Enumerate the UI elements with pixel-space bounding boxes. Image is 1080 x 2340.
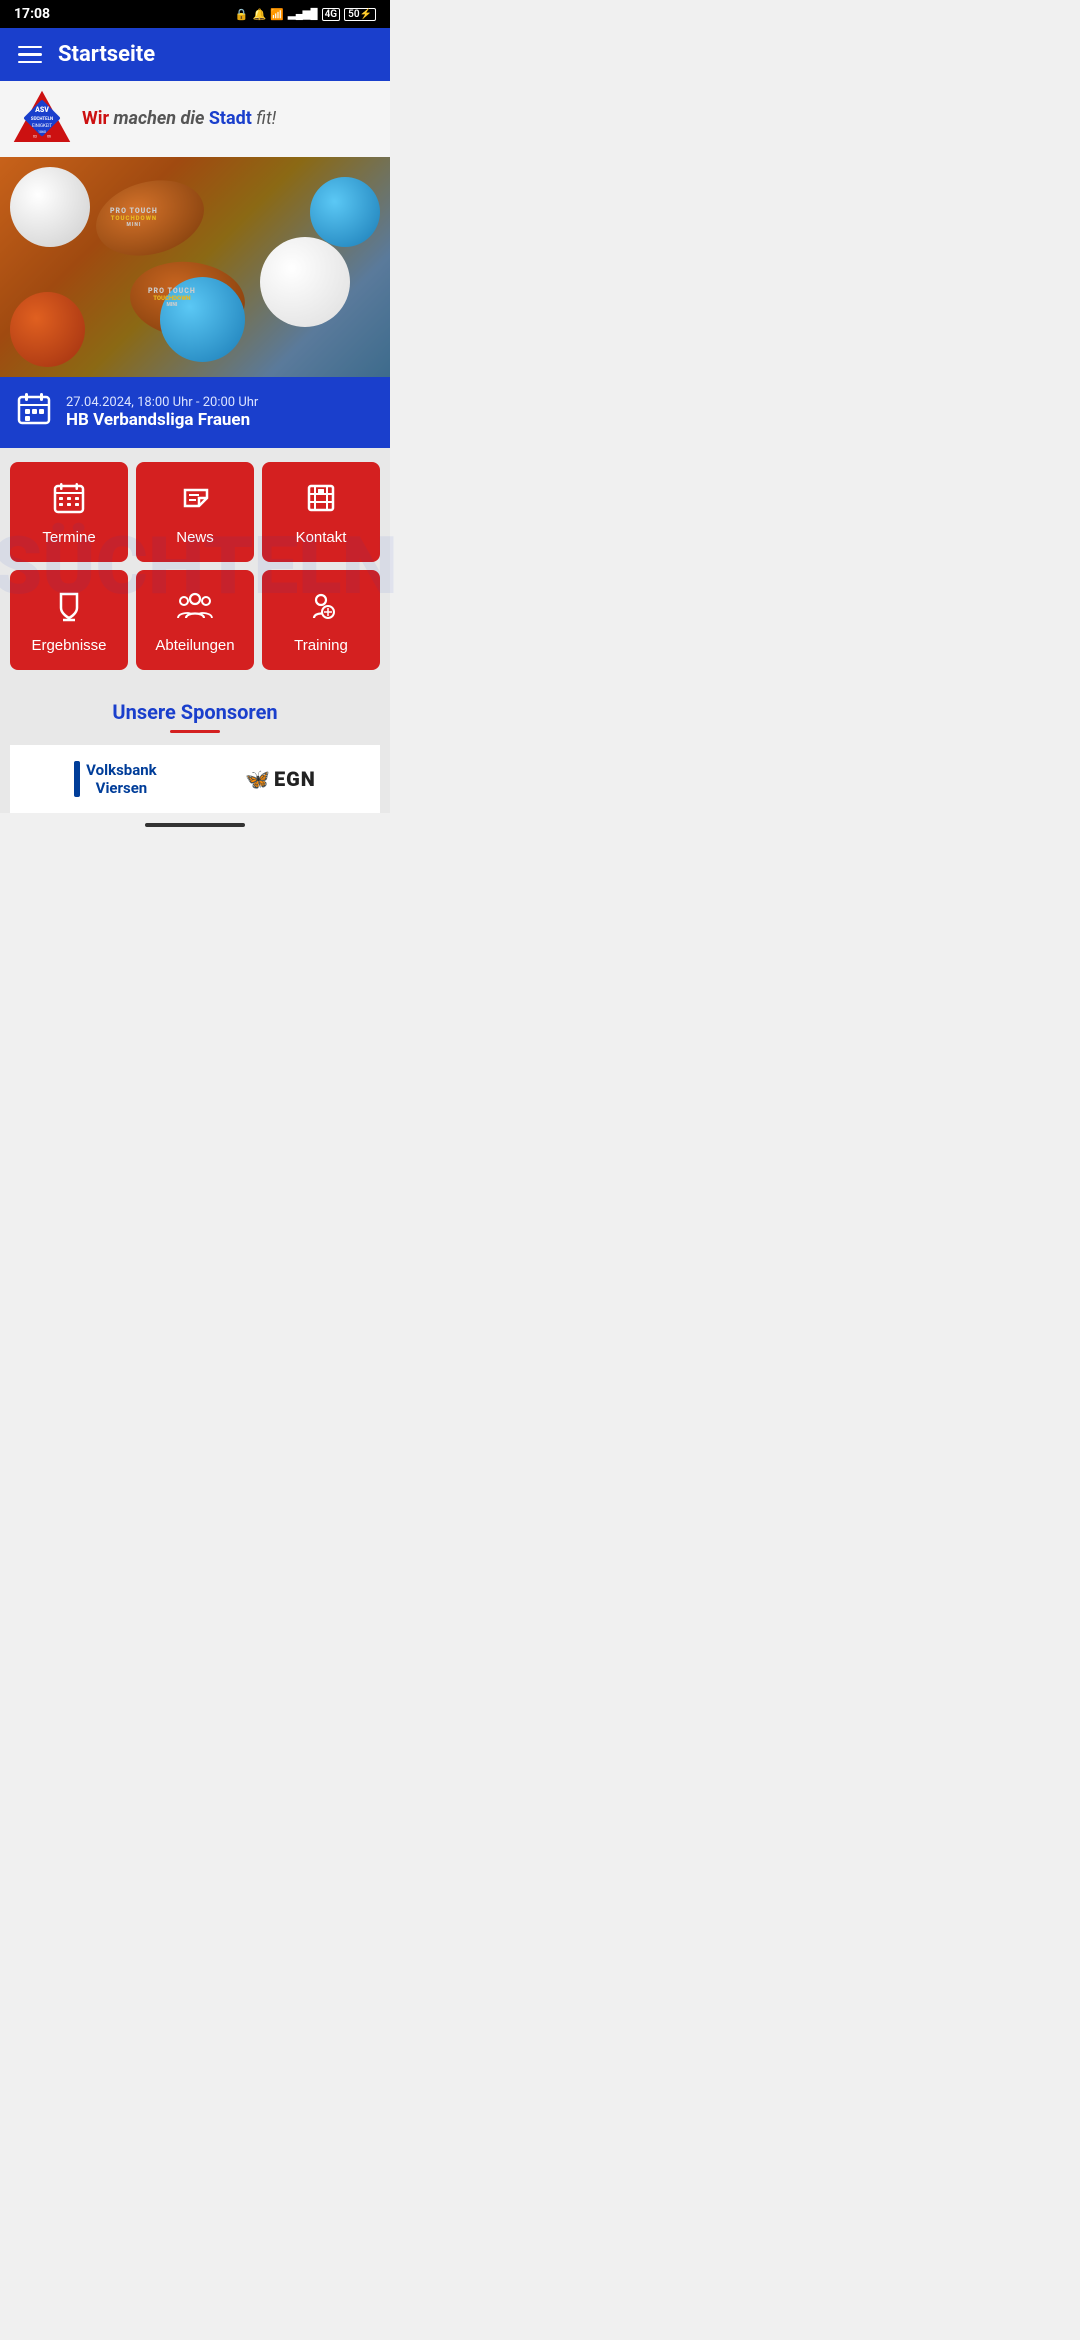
basketball-ball [10,292,85,367]
hamburger-menu-button[interactable] [18,46,42,64]
sponsors-section: Unsere Sponsoren Volksbank Viersen 🦋 EGN [0,684,390,813]
tagline-bar: ASV SÜCHTELN EINIGKEIT 1860 03 06 Wir ma… [0,81,390,157]
svg-text:ASV: ASV [34,105,49,114]
wifi-icon: 📶 [270,8,284,21]
svg-text:EINIGKEIT: EINIGKEIT [32,123,52,129]
status-bar: 17:08 🔒 🔔 📶 ▂▄▆█ 4G 50⚡ [0,0,390,28]
top-nav: Startseite [0,28,390,81]
soccer-ball-blue-2 [310,177,380,247]
event-card[interactable]: 27.04.2024, 18:00 Uhr - 20:00 Uhr HB Ver… [0,377,390,448]
sponsors-underline [170,730,220,733]
svg-text:06: 06 [47,135,51,139]
news-icon [179,482,211,519]
hero-section: ASV SÜCHTELN EINIGKEIT 1860 03 06 Wir ma… [0,81,390,377]
news-label: News [176,529,214,546]
egn-bug-icon: 🦋 [245,767,270,791]
svg-text:1860: 1860 [38,130,46,134]
football-ball-1 [88,169,213,267]
bell-icon: 🔔 [253,8,267,21]
training-icon [305,590,337,627]
training-button[interactable]: Training [262,570,380,670]
kontakt-icon [305,482,337,519]
tagline-machen: machen [109,108,180,129]
lock-icon: 🔒 [235,8,249,21]
event-calendar-icon [16,391,52,434]
event-date: 27.04.2024, 18:00 Uhr - 20:00 Uhr [66,395,258,410]
battery-icon: 50⚡ [344,8,376,21]
svg-text:03: 03 [33,135,37,139]
status-icons: 🔒 🔔 📶 ▂▄▆█ 4G 50⚡ [235,8,376,21]
signal-bars: ▂▄▆█ [288,9,318,20]
kontakt-label: Kontakt [296,529,347,546]
abteilungen-button[interactable]: Abteilungen [136,570,254,670]
club-logo: ASV SÜCHTELN EINIGKEIT 1860 03 06 [12,89,72,149]
event-info: 27.04.2024, 18:00 Uhr - 20:00 Uhr HB Ver… [66,395,258,430]
soccer-ball-blue [160,277,245,362]
termine-label: Termine [42,529,95,546]
egn-sponsor: 🦋 EGN [245,767,316,791]
soccer-ball-white-2 [260,237,350,327]
sponsors-title: Unsere Sponsoren [10,700,380,724]
tagline-stadt: Stadt [209,108,252,129]
ergebnisse-button[interactable]: Ergebnisse [10,570,128,670]
soccer-ball-white [10,167,90,247]
page-title: Startseite [58,42,155,67]
training-label: Training [294,637,348,654]
volksbank-text: Volksbank Viersen [86,761,157,797]
tagline-die: die [181,108,209,129]
balls-visual: PRO TOUCH TOUCHDOWN MINI PRO TOUCH TOUCH… [0,157,390,377]
termine-icon [53,482,85,519]
abteilungen-icon [177,590,213,627]
volksbank-sponsor: Volksbank Viersen [74,761,157,797]
abteilungen-label: Abteilungen [155,637,234,654]
home-indicator [0,813,390,837]
kontakt-button[interactable]: Kontakt [262,462,380,562]
tagline-wir: Wir [82,108,109,129]
hero-image: PRO TOUCH TOUCHDOWN MINI PRO TOUCH TOUCH… [0,157,390,377]
home-bar [145,823,245,827]
tagline-fit: fit! [252,108,276,129]
ergebnisse-icon [53,590,85,627]
tagline-text: Wir machen die Stadt fit! [82,107,276,130]
termine-button[interactable]: Termine [10,462,128,562]
buttons-grid: Termine News [0,448,390,684]
volksbank-bar [74,761,80,797]
network-badge: 4G [322,8,341,21]
event-title: HB Verbandsliga Frauen [66,410,258,430]
news-button[interactable]: News [136,462,254,562]
grid-container: SÜCHTELN Termine [0,448,390,684]
sponsors-row: Volksbank Viersen 🦋 EGN [10,745,380,813]
egn-text: EGN [274,767,316,791]
status-time: 17:08 [14,6,50,22]
ergebnisse-label: Ergebnisse [31,637,106,654]
